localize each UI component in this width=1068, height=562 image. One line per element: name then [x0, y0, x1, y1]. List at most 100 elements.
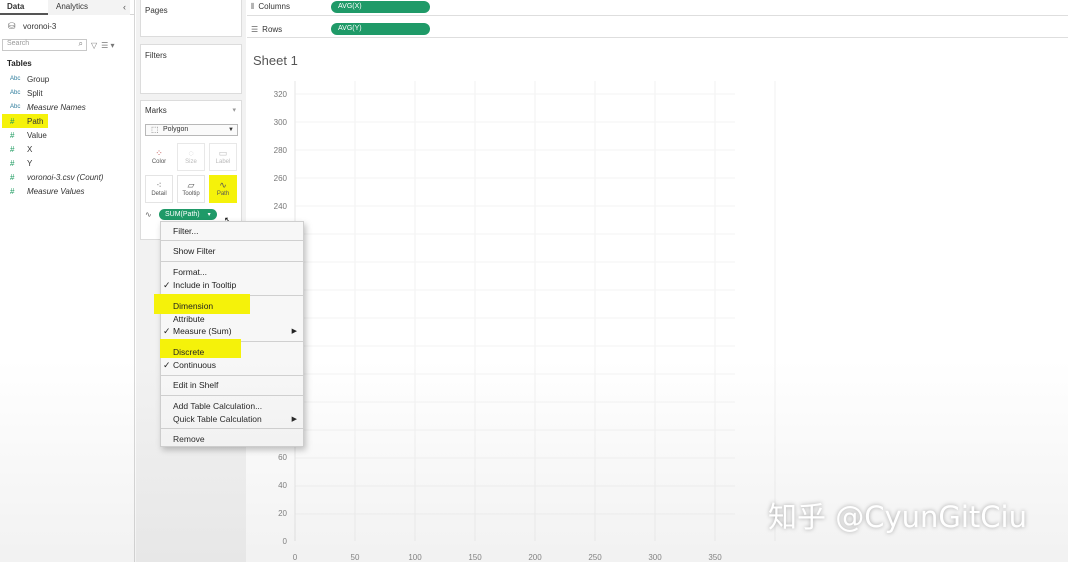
label-button[interactable]: ▭ Label [209, 143, 237, 171]
datasource-item[interactable]: ⛁ voronoi-3 [0, 15, 134, 37]
field-x[interactable]: # X [0, 142, 134, 156]
columns-label: ⫴ Columns [247, 2, 331, 12]
avg-x-pill[interactable]: AVG(X) [331, 1, 430, 13]
tab-data[interactable]: Data [0, 0, 48, 15]
string-type-icon: Abc [10, 104, 21, 110]
pages-title: Pages [145, 6, 168, 15]
datasource-icon: ⛁ [8, 21, 16, 31]
marks-title: Marks [145, 106, 167, 115]
field-list: Abc Group Abc Split Abc Measure Names # Path… [0, 72, 134, 198]
menu-include-tooltip[interactable]: ✓ Include in Tooltip [161, 279, 303, 292]
menu-quick-table-calc-label: Quick Table Calculation [173, 414, 262, 424]
field-name: Group [27, 74, 50, 84]
tooltip-icon: ▱ [187, 180, 195, 190]
y-tick-label: 300 [274, 118, 288, 127]
check-icon: ✓ [163, 280, 171, 290]
menu-separator [161, 240, 303, 241]
sum-path-pill[interactable]: SUM(Path) ▾ [159, 209, 217, 220]
field-measure-names[interactable]: Abc Measure Names [0, 100, 134, 114]
tab-analytics[interactable]: Analytics ‹ [48, 0, 130, 15]
x-tick-label: 250 [588, 553, 602, 562]
field-name: voronoi-3.csv (Count) [27, 172, 104, 182]
tooltip-label: Tooltip [182, 191, 200, 197]
y-tick-label: 320 [274, 90, 288, 99]
x-tick-label: 150 [468, 553, 482, 562]
columns-shelf[interactable]: ⫴ Columns AVG(X) [247, 0, 1068, 16]
marks-card: Marks ▾ ⬚ Polygon ▼ ⁘ Color ◌ Size ▭ Lab… [140, 100, 242, 240]
color-button[interactable]: ⁘ Color [145, 143, 173, 171]
menu-measure[interactable]: ✓ Measure (Sum) ▶ [161, 325, 303, 338]
x-tick-label: 100 [408, 553, 422, 562]
search-placeholder: Search [7, 40, 30, 47]
columns-icon: ⫴ [251, 2, 255, 11]
y-tick-label: 40 [278, 481, 287, 490]
y-tick-label: 60 [278, 453, 287, 462]
y-tick-label: 20 [278, 509, 287, 518]
string-type-icon: Abc [10, 76, 21, 82]
menu-discrete[interactable]: Discrete [161, 346, 303, 359]
view-options-icon[interactable]: ☰ ▾ [101, 41, 114, 50]
chevron-left-icon[interactable]: ‹ [123, 0, 126, 14]
filter-icon[interactable]: ▽ [91, 41, 97, 50]
datasource-name: voronoi-3 [23, 21, 57, 31]
menu-separator [161, 395, 303, 396]
path-button[interactable]: ∿ Path [209, 175, 237, 203]
chevron-down-icon[interactable]: ▾ [232, 106, 236, 115]
size-icon: ◌ [188, 148, 194, 158]
field-measure-values[interactable]: # Measure Values [0, 184, 134, 198]
menu-edit-in-shelf[interactable]: Edit in Shelf [161, 379, 303, 392]
mark-type-dropdown[interactable]: ⬚ Polygon ▼ [145, 124, 238, 136]
pages-card[interactable]: Pages [140, 0, 242, 37]
tooltip-button[interactable]: ▱ Tooltip [177, 175, 205, 203]
menu-quick-table-calc[interactable]: Quick Table Calculation ▶ [161, 413, 303, 426]
avg-y-pill[interactable]: AVG(Y) [331, 23, 430, 35]
marks-pill-row: ∿ SUM(Path) ▾ [145, 209, 217, 220]
field-split[interactable]: Abc Split [0, 86, 134, 100]
menu-remove[interactable]: Remove [161, 433, 303, 446]
number-type-icon: # [10, 130, 15, 140]
path-icon: ∿ [219, 180, 227, 190]
data-pane: Data Analytics ‹ ⛁ voronoi-3 Search ⌕ ▽ … [0, 0, 135, 562]
rows-label-text: Rows [262, 24, 283, 34]
number-type-icon: # [10, 144, 15, 154]
menu-separator [161, 261, 303, 262]
field-name: Value [27, 130, 47, 140]
field-name: Measure Names [27, 102, 86, 112]
size-button[interactable]: ◌ Size [177, 143, 205, 171]
x-tick-label: 350 [708, 553, 722, 562]
pill-dropdown-icon[interactable]: ▾ [208, 212, 211, 218]
chart-area[interactable]: 3203002802602406040200 0 50 100 150 200 250 30… [247, 43, 1068, 562]
y-tick-label: 260 [274, 174, 288, 183]
field-y[interactable]: # Y [0, 156, 134, 170]
x-tick-label: 300 [648, 553, 662, 562]
menu-format[interactable]: Format... [161, 266, 303, 279]
menu-dimension[interactable]: Dimension [161, 300, 303, 313]
worksheet-view: Sheet 1 320 300 280 260 240 60 40 20 0 0 50 100 150… [247, 43, 1068, 562]
menu-filter[interactable]: Filter... [161, 225, 303, 238]
field-value[interactable]: # Value [0, 128, 134, 142]
field-group[interactable]: Abc Group [0, 72, 134, 86]
detail-button[interactable]: ⁖ Detail [145, 175, 173, 203]
caret-down-icon: ▼ [228, 127, 234, 133]
submenu-arrow-icon: ▶ [291, 416, 297, 423]
field-path[interactable]: # Path [0, 114, 134, 128]
search-icon: ⌕ [78, 39, 83, 48]
menu-separator [161, 428, 303, 429]
y-tick-label: 0 [283, 537, 288, 546]
menu-show-filter[interactable]: Show Filter [161, 245, 303, 258]
field-count[interactable]: # voronoi-3.csv (Count) [0, 170, 134, 184]
label-label: Label [215, 159, 231, 165]
menu-continuous[interactable]: ✓ Continuous [161, 359, 303, 372]
color-label: Color [151, 159, 167, 165]
watermark: 知乎 @CyunGitCiu [768, 500, 1027, 534]
menu-include-tooltip-label: Include in Tooltip [173, 280, 237, 290]
filters-card[interactable]: Filters [140, 44, 242, 94]
field-name: X [27, 144, 33, 154]
tab-analytics-label: Analytics [56, 2, 89, 11]
field-name: Y [27, 158, 33, 168]
menu-add-table-calc[interactable]: Add Table Calculation... [161, 400, 303, 413]
rows-shelf[interactable]: ☰ Rows AVG(Y) [247, 21, 1068, 38]
x-tick-label: 0 [293, 553, 298, 562]
color-icon: ⁘ [155, 148, 163, 158]
search-input[interactable]: Search ⌕ [2, 39, 87, 51]
